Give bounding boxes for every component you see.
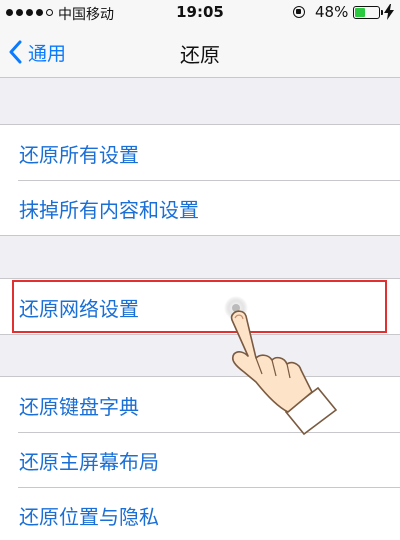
reset-location-privacy-row[interactable]: 还原位置与隐私 [0,487,400,540]
settings-screen: 中国移动 19:05 48% 通用 还原 还原所有设置 抹掉所有内容和设置 还原… [0,0,400,540]
row-label: 还原键盘字典 [19,395,139,419]
row-label: 还原位置与隐私 [19,505,159,529]
row-label: 抹掉所有内容和设置 [19,198,199,222]
reset-keyboard-dictionary-row[interactable]: 还原键盘字典 [0,377,400,432]
settings-group-network-reset: 还原网络设置 [0,278,400,335]
reset-home-screen-layout-row[interactable]: 还原主屏幕布局 [0,432,400,487]
charging-bolt-icon [384,4,394,20]
settings-group-other-reset: 还原键盘字典 还原主屏幕布局 还原位置与隐私 [0,376,400,540]
battery-icon [353,6,383,19]
status-bar: 中国移动 19:05 48% [0,0,400,26]
reset-all-settings-row[interactable]: 还原所有设置 [0,125,400,180]
row-label: 还原网络设置 [19,297,139,321]
page-title: 还原 [180,43,220,67]
battery-percent: 48% [315,3,349,21]
reset-network-settings-row[interactable]: 还原网络设置 [0,279,400,334]
row-label: 还原主屏幕布局 [19,450,159,474]
erase-all-content-row[interactable]: 抹掉所有内容和设置 [0,180,400,235]
battery-fill [355,8,365,17]
settings-group-general-reset: 还原所有设置 抹掉所有内容和设置 [0,124,400,236]
row-label: 还原所有设置 [19,143,139,167]
navigation-bar: 通用 还原 [0,26,400,78]
orientation-lock-icon [293,6,305,18]
